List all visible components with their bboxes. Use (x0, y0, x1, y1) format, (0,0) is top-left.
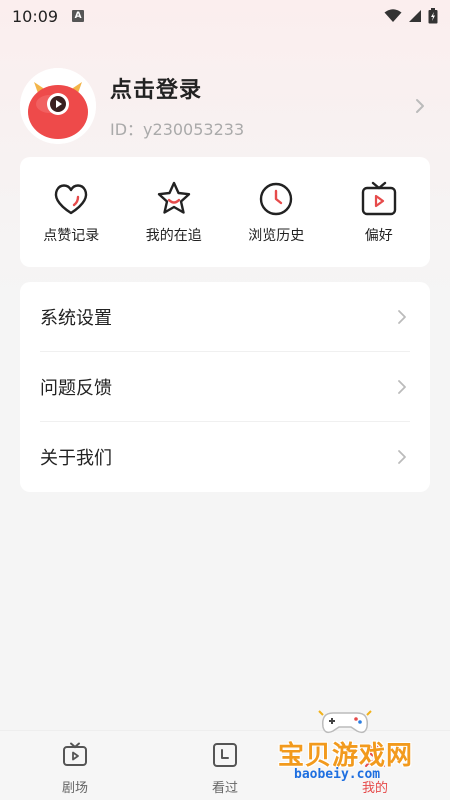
star-icon (157, 181, 190, 214)
wifi-icon (384, 9, 402, 22)
watermark-logo: 宝贝游戏网 baobeiy.com (270, 705, 450, 800)
notification-a-icon: A (72, 10, 85, 22)
chevron-right-icon (398, 450, 406, 464)
status-indicators (384, 8, 438, 24)
clock-icon (260, 182, 293, 216)
quick-item-following[interactable]: 我的在追 (123, 157, 226, 267)
nav-label-watched: 看过 (211, 781, 238, 796)
quick-label-history: 浏览历史 (248, 228, 305, 244)
settings-row-about[interactable]: 关于我们 (40, 422, 410, 492)
status-bar: 10:09 A (0, 0, 450, 32)
quick-item-likes[interactable]: 点赞记录 (20, 157, 123, 267)
settings-label-feedback: 问题反馈 (40, 377, 112, 399)
avatar[interactable] (20, 68, 96, 144)
settings-row-feedback[interactable]: 问题反馈 (40, 352, 410, 422)
quick-actions-card: 点赞记录 我的在追 浏览历史 偏好 (20, 157, 430, 267)
quick-item-preference[interactable]: 偏好 (328, 157, 431, 267)
tv-icon (361, 181, 396, 216)
settings-card: 系统设置 问题反馈 关于我们 (20, 282, 430, 492)
settings-row-system[interactable]: 系统设置 (40, 282, 410, 352)
chevron-right-icon (398, 309, 406, 324)
nav-label-theater: 剧场 (61, 781, 88, 796)
profile-text: 点击登录 ID：y230053233 (110, 72, 410, 140)
settings-label-system: 系统设置 (40, 307, 112, 329)
status-time: 10:09 (12, 6, 59, 26)
monster-avatar-icon (20, 68, 96, 144)
gamepad-icon (318, 710, 372, 734)
heart-icon (55, 184, 88, 215)
battery-icon (428, 8, 438, 24)
signal-icon (409, 10, 421, 22)
user-id: ID：y230053233 (110, 120, 245, 139)
watched-icon (213, 743, 237, 767)
profile-header[interactable]: 点击登录 ID：y230053233 (20, 66, 430, 146)
settings-label-about: 关于我们 (40, 448, 112, 469)
quick-label-preference: 偏好 (364, 228, 393, 244)
chevron-right-icon[interactable] (410, 96, 430, 116)
quick-label-likes: 点赞记录 (43, 228, 100, 244)
theater-icon (63, 742, 87, 766)
watermark-url: baobeiy.com (294, 767, 381, 782)
login-title[interactable]: 点击登录 (110, 72, 410, 104)
chevron-right-icon (398, 379, 406, 394)
quick-label-following: 我的在追 (145, 228, 202, 244)
quick-item-history[interactable]: 浏览历史 (225, 157, 328, 267)
nav-tab-theater[interactable]: 剧场 (0, 731, 150, 800)
